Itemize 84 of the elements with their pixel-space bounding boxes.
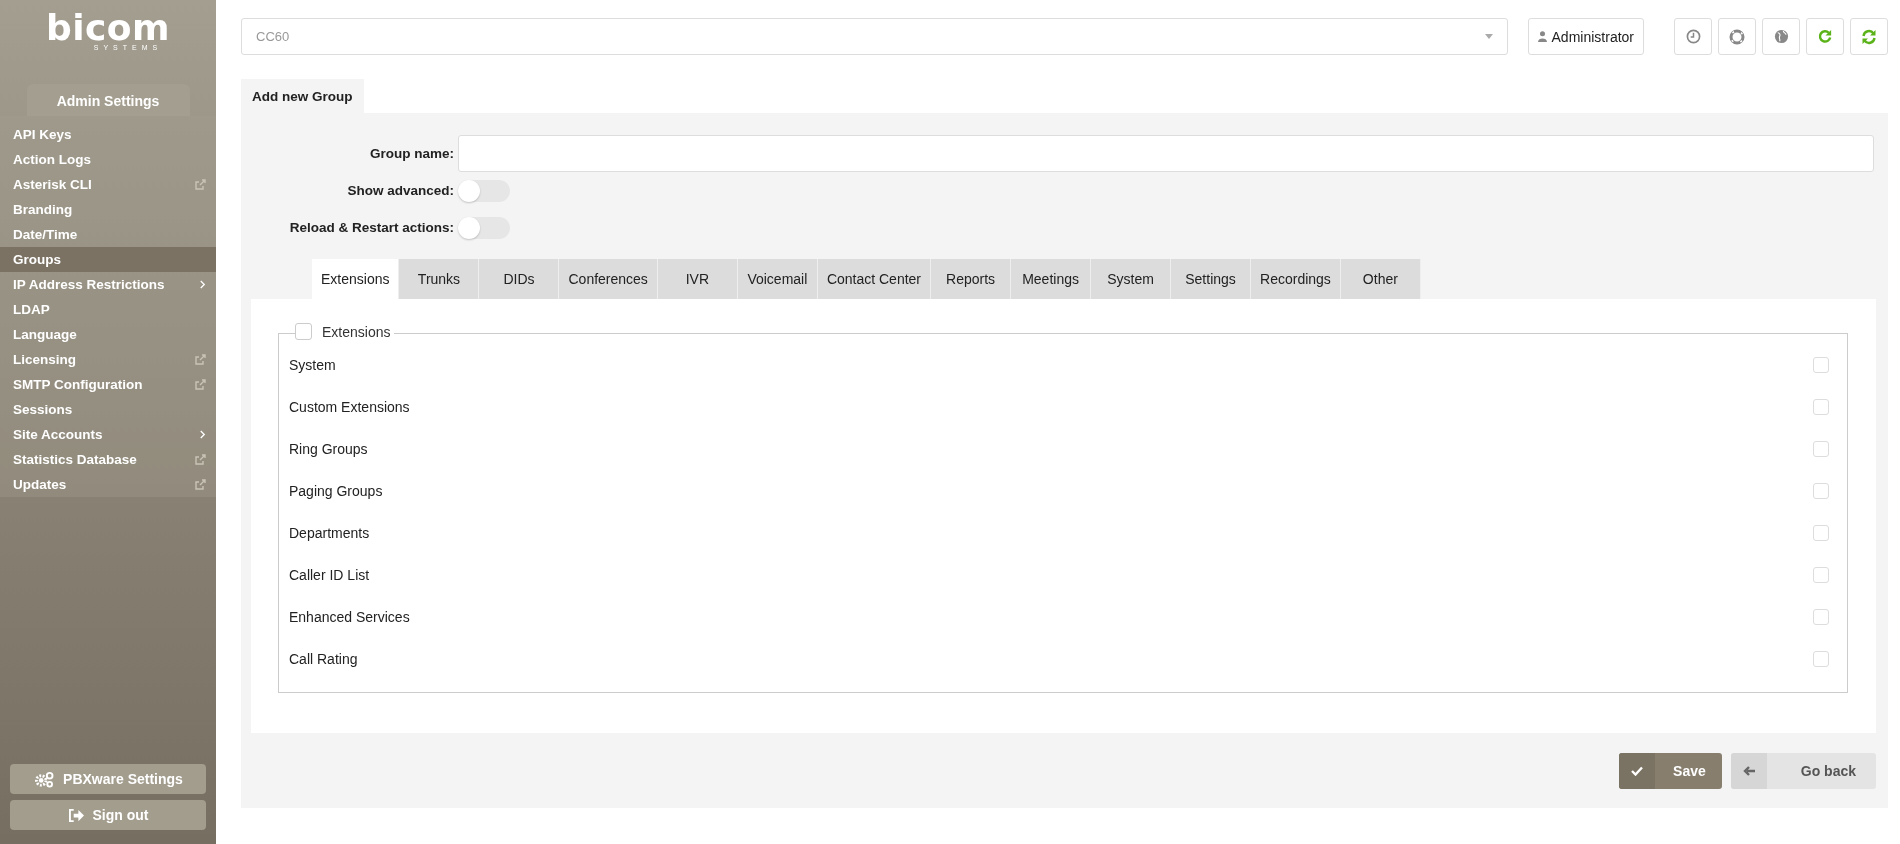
checkbox[interactable] bbox=[1813, 651, 1829, 667]
sign-out-icon bbox=[67, 807, 85, 823]
tab[interactable]: Meetings bbox=[1011, 259, 1092, 299]
field-label: Show advanced: bbox=[346, 183, 455, 198]
help-button[interactable] bbox=[1718, 18, 1756, 55]
chevron-right-icon bbox=[199, 430, 206, 439]
user-icon bbox=[1537, 31, 1547, 42]
external-link-icon bbox=[194, 353, 206, 366]
tab[interactable]: Trunks bbox=[399, 259, 480, 299]
group-title: Extensions bbox=[322, 323, 391, 340]
logo-wordmark: bicom bbox=[45, 12, 171, 44]
sidebar-item[interactable]: Groups bbox=[0, 247, 216, 272]
gears-icon bbox=[33, 770, 56, 788]
globe-button[interactable] bbox=[1762, 18, 1800, 55]
checkbox[interactable] bbox=[1813, 525, 1829, 541]
checkbox[interactable] bbox=[1813, 357, 1829, 373]
checkbox[interactable] bbox=[1813, 441, 1829, 457]
lifebuoy-icon bbox=[1729, 28, 1745, 45]
sidebar-item[interactable]: Branding bbox=[0, 197, 216, 222]
checkbox[interactable] bbox=[1813, 567, 1829, 583]
globe-icon bbox=[1773, 29, 1789, 44]
sidebar-item[interactable]: Sessions bbox=[0, 397, 216, 422]
check-icon bbox=[1631, 766, 1644, 776]
save-button[interactable]: Save bbox=[1619, 753, 1722, 789]
sidebar-item[interactable]: Language bbox=[0, 322, 216, 347]
settings-button[interactable]: PBXware Settings bbox=[10, 764, 206, 794]
sidebar-item[interactable]: Site Accounts bbox=[0, 422, 216, 447]
sidebar-item[interactable]: IP Address Restrictions bbox=[0, 272, 216, 297]
tab[interactable]: Conferences bbox=[559, 259, 658, 299]
external-link-icon bbox=[194, 478, 206, 491]
checkbox[interactable] bbox=[1813, 609, 1829, 625]
tab[interactable]: DIDs bbox=[479, 259, 560, 299]
permission-label: Call Rating bbox=[289, 651, 358, 667]
server-select[interactable]: CC60 bbox=[241, 18, 1508, 55]
sync-button[interactable] bbox=[1850, 18, 1888, 55]
permission-label: Ring Groups bbox=[289, 441, 368, 457]
sidebar-item[interactable]: Licensing bbox=[0, 347, 216, 372]
sidebar-item[interactable]: Statistics Database bbox=[0, 447, 216, 472]
sidebar-item[interactable]: Action Logs bbox=[0, 147, 216, 172]
tab[interactable]: System bbox=[1091, 259, 1172, 299]
page-tab[interactable]: Add new Group bbox=[241, 79, 364, 113]
clock-icon bbox=[1685, 29, 1701, 44]
permission-label: Enhanced Services bbox=[289, 609, 410, 625]
permission-label: System bbox=[289, 357, 336, 373]
sign-out-button[interactable]: Sign out bbox=[10, 800, 206, 830]
external-link-icon bbox=[194, 378, 206, 391]
tab[interactable]: Settings bbox=[1171, 259, 1252, 299]
reload-icon bbox=[1817, 29, 1833, 44]
sidebar-item[interactable]: Updates bbox=[0, 472, 216, 497]
tab[interactable]: Contact Center bbox=[817, 259, 932, 299]
tab[interactable]: Reports bbox=[931, 259, 1012, 299]
sync-icon bbox=[1861, 28, 1877, 45]
tab[interactable]: Extensions bbox=[312, 259, 400, 299]
permission-label: Departments bbox=[289, 525, 370, 541]
dropdown-caret-icon bbox=[1484, 34, 1493, 39]
checkbox[interactable] bbox=[1813, 399, 1829, 415]
sidebar-item[interactable]: Asterisk CLI bbox=[0, 172, 216, 197]
permission-label: Custom Extensions bbox=[289, 399, 410, 415]
reload-button[interactable] bbox=[1806, 18, 1844, 55]
permission-label: Paging Groups bbox=[289, 483, 383, 499]
clock-button[interactable] bbox=[1674, 18, 1712, 55]
tab[interactable]: Recordings bbox=[1251, 259, 1341, 299]
tab[interactable]: IVR bbox=[657, 259, 738, 299]
sidebar-item[interactable]: API Keys bbox=[0, 122, 216, 147]
chevron-right-icon bbox=[199, 280, 206, 289]
tab[interactable]: Other bbox=[1340, 259, 1421, 299]
permission-label: Caller ID List bbox=[289, 567, 370, 583]
user-button[interactable]: Administrator bbox=[1527, 18, 1644, 55]
external-link-icon bbox=[194, 453, 206, 466]
section-tab[interactable]: Admin Settings bbox=[26, 84, 190, 116]
tab[interactable]: Voicemail bbox=[737, 259, 818, 299]
arrow-left-icon bbox=[1742, 766, 1755, 776]
checkbox[interactable] bbox=[1813, 483, 1829, 499]
sidebar-item[interactable]: SMTP Configuration bbox=[0, 372, 216, 397]
sidebar-item[interactable]: LDAP bbox=[0, 297, 216, 322]
group-name-field[interactable] bbox=[458, 135, 1874, 172]
checkbox[interactable] bbox=[295, 323, 312, 340]
toggle-switch[interactable] bbox=[458, 216, 510, 239]
back-button[interactable]: Go back bbox=[1730, 753, 1876, 789]
field-label: Group name: bbox=[369, 146, 455, 161]
sidebar-item[interactable]: Date/Time bbox=[0, 222, 216, 247]
toggle-switch[interactable] bbox=[458, 179, 510, 202]
external-link-icon bbox=[194, 178, 206, 191]
field-label: Reload & Restart actions: bbox=[288, 220, 455, 235]
